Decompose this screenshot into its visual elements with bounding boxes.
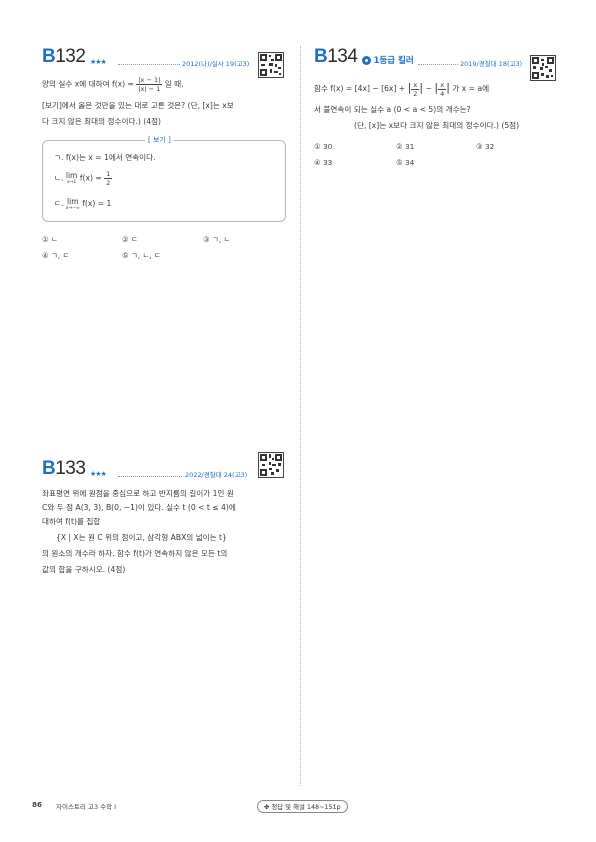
problem-text-line: 좌표평면 위에 원점을 중심으로 하고 반지름의 길이가 1인 원 [42,489,234,498]
qr-code-icon [530,55,556,81]
bogi-item: ㄴ. lim x→1 f(x) = 12 [54,170,113,187]
bogi-item: ㄷ. lim x→−∞ f(x) = 1 [54,196,112,211]
fraction: |x − 1| |x| − 1 [136,76,163,93]
problem-text-line: C와 두 점 A(3, 3), B(0, −1)이 있다. 실수 t (0 < … [42,503,236,512]
bogi-item: ㄱ. f(x)는 x = 1에서 연속이다. [54,153,156,162]
problem-text-line: 값의 합을 구하시오. (4점) [42,565,126,574]
problem-text-line: {X | X는 원 C 위의 점이고, 삼각형 ABX의 넓이는 t} [56,533,227,542]
fraction: 12 [104,170,113,187]
choice-4[interactable]: ④ 33 [314,158,332,167]
choice-2[interactable]: ② 31 [396,142,414,151]
answer-reference[interactable]: ✤ 정답 및 해설 148~151p [257,800,348,813]
problem-source: 2012(나)/실사 19(고3) [182,60,250,68]
problem-id-b133: B133 [42,458,86,479]
problem-text-line: (단, [x]는 x보다 크지 않은 최대의 정수이다.) (5점) [354,121,520,130]
problem-text-line: 대하여 f(t)를 집합 [42,517,101,526]
problem-text-line: 의 원소의 개수라 하자. 함수 f(t)가 연속하지 않은 모든 t의 [42,549,228,558]
choice-1[interactable]: ① 30 [314,142,332,151]
problem-source: 2019/경찰대 18(고3) [460,60,523,68]
page-number: 86 [32,800,43,809]
choice-5[interactable]: ⑤ 34 [396,158,414,167]
book-title: 자이스토리 고3 수학 I [56,803,117,811]
problem-text-line: [보기]에서 옳은 것만을 있는 대로 고른 것은? (단, [x]는 x보 [42,101,234,110]
fraction: x4 [438,80,447,98]
choice-2[interactable]: ② ㄷ [122,234,138,245]
choice-3[interactable]: ③ 32 [476,142,494,151]
problem-text-line: 양의 실수 x에 대하여 f(x) = |x − 1| |x| − 1 일 때, [42,76,184,93]
problem-id-b132: B132 [42,46,86,67]
divider-dots [118,64,180,65]
column-divider [300,46,301,786]
problem-source: 2022/경찰대 24(고3) [185,471,248,479]
divider-dots [418,64,458,65]
choice-1[interactable]: ① ㄴ [42,234,58,245]
choice-4[interactable]: ④ ㄱ, ㄷ [42,250,69,261]
qr-code-icon [258,452,284,478]
problem-text-line: 함수 f(x) = [4x] − [6x] + | x 2 | − | x 4 | 가 x … [314,80,490,98]
problem-id-b134: B134 [314,46,358,67]
difficulty-stars: ★★★ [90,470,107,478]
choice-3[interactable]: ③ ㄱ, ㄴ [203,234,230,245]
qr-code-icon [258,52,284,78]
limit: lim x→1 [65,171,78,186]
choice-5[interactable]: ⑤ ㄱ, ㄴ, ㄷ [122,250,161,261]
problem-text-line: 다 크지 않은 최대의 정수이다.) (4점) [42,117,162,126]
difficulty-stars: ★★★ [90,58,107,66]
killer-badge: 1등급 킬러 [362,54,414,66]
limit: lim x→−∞ [65,196,80,211]
gear-icon [362,56,371,65]
problem-text-line: 서 불연속이 되는 실수 a (0 < a < 5)의 개수는? [314,105,471,114]
bogi-label: [ 보기 ] [145,135,174,145]
divider-dots [118,476,182,477]
